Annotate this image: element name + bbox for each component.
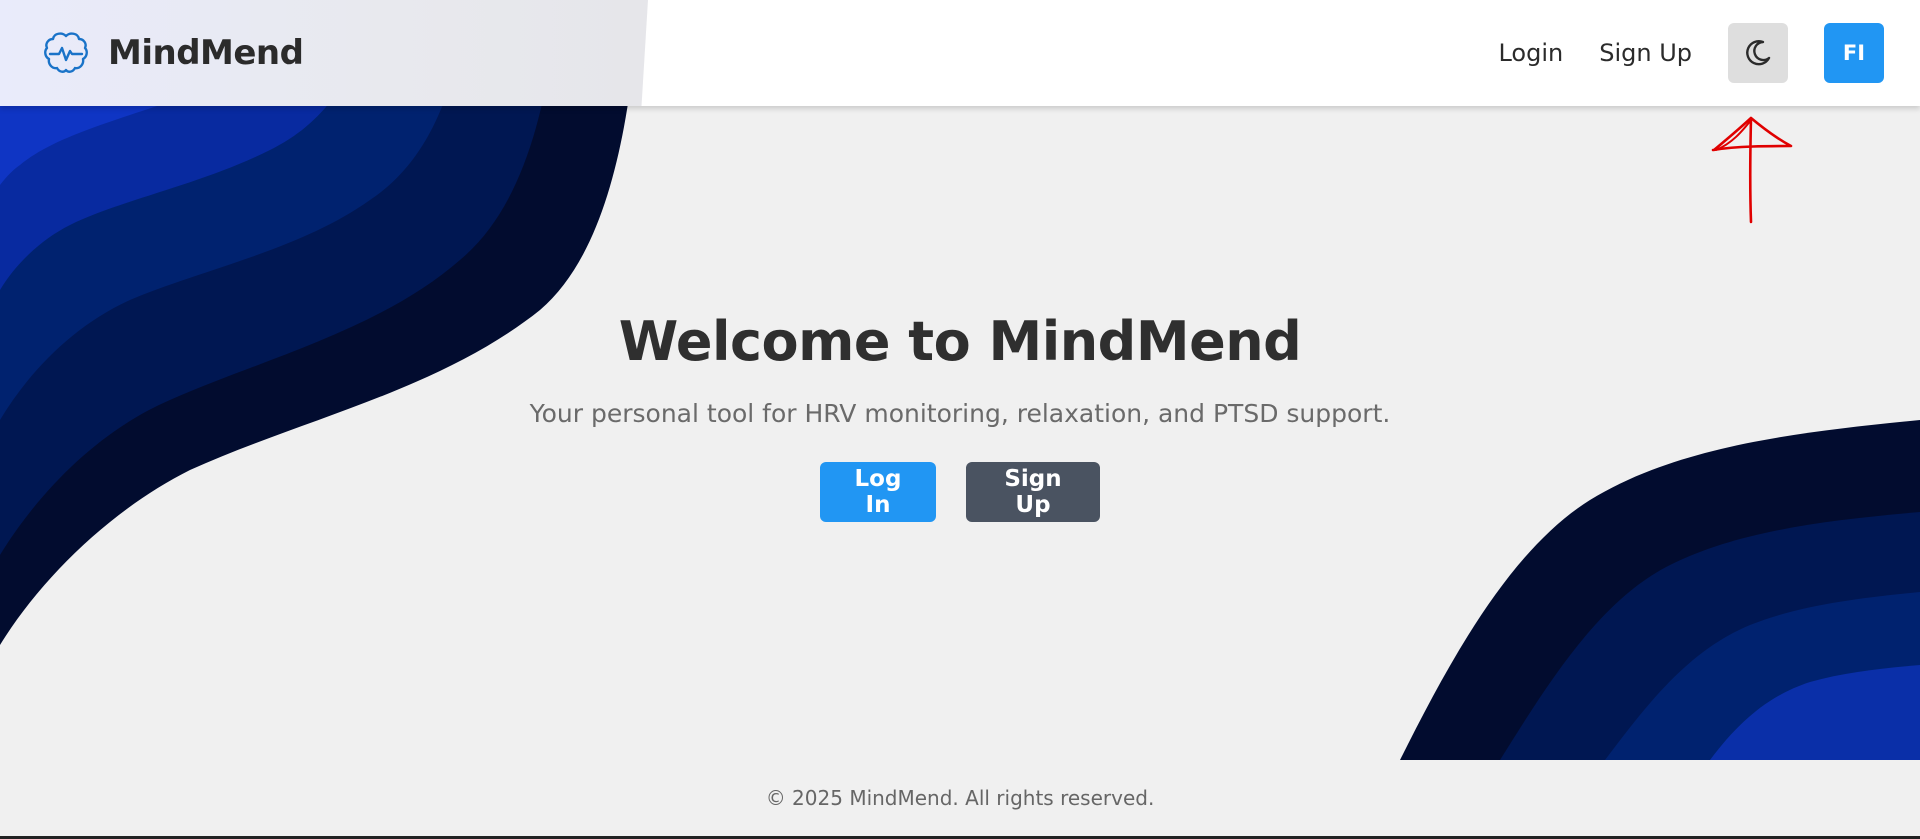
footer-copyright: © 2025 MindMend. All rights reserved. <box>765 786 1155 810</box>
brand-logo[interactable]: MindMend <box>42 28 304 78</box>
brain-heartbeat-icon <box>44 32 88 73</box>
nav-links: Login Sign Up FI <box>1498 0 1920 106</box>
hero-title: Welcome to MindMend <box>618 310 1302 373</box>
signup-button[interactable]: Sign Up <box>966 462 1100 522</box>
top-navbar: MindMend Login Sign Up FI <box>0 0 1920 106</box>
user-avatar-button[interactable]: FI <box>1824 23 1884 83</box>
page: MindMend Login Sign Up FI Welcome to Min… <box>0 0 1920 839</box>
hero-buttons: Log In Sign Up <box>0 462 1920 522</box>
annotation-arrow-icon <box>1711 116 1793 224</box>
nav-login-link[interactable]: Login <box>1498 39 1563 67</box>
theme-toggle-button[interactable] <box>1728 23 1788 83</box>
moon-icon <box>1746 40 1771 66</box>
hero-section: Welcome to MindMend Your personal tool f… <box>0 310 1920 522</box>
login-button[interactable]: Log In <box>820 462 936 522</box>
nav-signup-link[interactable]: Sign Up <box>1599 39 1692 67</box>
hero-subtitle: Your personal tool for HRV monitoring, r… <box>529 399 1391 428</box>
brand-name: MindMend <box>108 33 304 73</box>
